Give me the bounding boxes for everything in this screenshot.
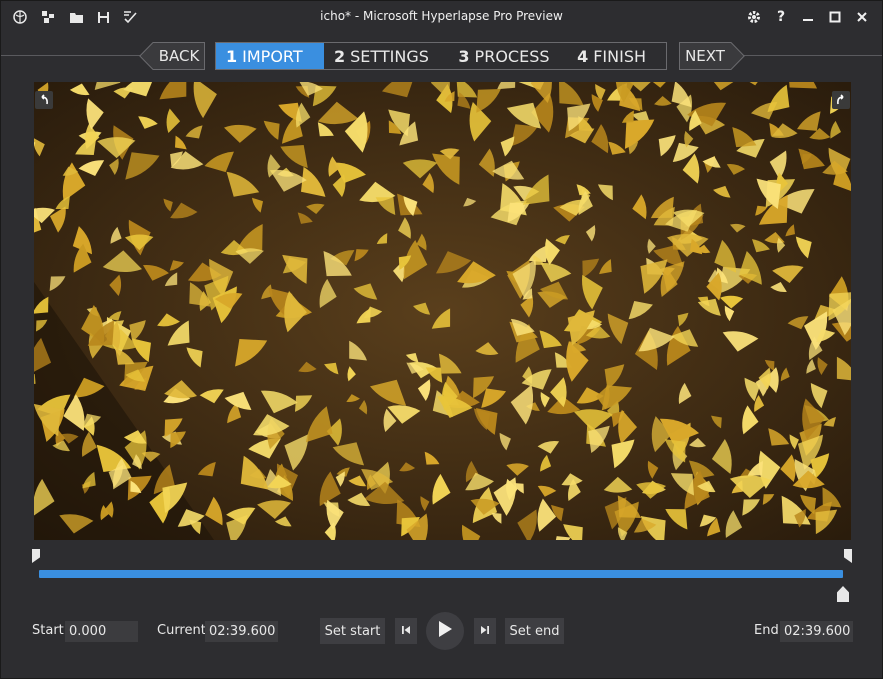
end-time-field[interactable]: 02:39.600 [780, 621, 853, 642]
title-bar: icho* - Microsoft Hyperlapse Pro Preview… [1, 1, 882, 33]
help-icon[interactable]: ? [770, 7, 792, 27]
end-label: End [754, 623, 779, 638]
step-settings[interactable]: 2 SETTINGS [324, 43, 448, 69]
trim-end-handle[interactable] [844, 549, 852, 563]
play-icon [437, 620, 453, 642]
wizard-line-left [1, 55, 141, 56]
next-label: NEXT [685, 47, 725, 65]
rotate-left-icon[interactable] [35, 91, 53, 109]
step-number: 1 [226, 46, 238, 66]
step-finish[interactable]: 4 FINISH [567, 43, 666, 69]
wizard-line-right [743, 55, 882, 56]
video-frame-image [34, 82, 851, 540]
step-number: 2 [333, 46, 346, 66]
step-label: FINISH [593, 46, 647, 66]
skip-back-icon [401, 624, 411, 639]
app-window: icho* - Microsoft Hyperlapse Pro Preview… [0, 0, 883, 679]
back-label: BACK [158, 47, 200, 65]
step-label: PROCESS [474, 46, 550, 66]
gear-icon[interactable] [743, 7, 765, 27]
step-label: SETTINGS [350, 46, 429, 66]
start-label: Start [32, 623, 64, 638]
step-number: 4 [577, 46, 589, 66]
start-time-field[interactable]: 0.000 [65, 621, 138, 642]
skip-forward-icon [480, 624, 490, 639]
step-number: 3 [458, 46, 470, 66]
play-button[interactable] [426, 612, 464, 650]
step-process[interactable]: 3 PROCESS [448, 43, 567, 69]
maximize-icon[interactable] [824, 7, 846, 27]
wizard-steps: 1 IMPORT 2 SETTINGS 3 PROCESS 4 FINISH [215, 42, 667, 70]
minimize-icon[interactable] [797, 7, 819, 27]
skip-to-start-button[interactable] [395, 618, 417, 644]
step-import[interactable]: 1 IMPORT [216, 43, 324, 69]
video-preview [34, 82, 851, 540]
playhead-handle[interactable] [837, 586, 849, 602]
set-start-button[interactable]: Set start [320, 618, 385, 644]
close-icon[interactable] [851, 7, 873, 27]
back-button[interactable]: BACK [139, 42, 205, 70]
current-time-field[interactable]: 02:39.600 [205, 621, 278, 642]
next-button[interactable]: NEXT [679, 42, 745, 70]
skip-to-end-button[interactable] [474, 618, 496, 644]
set-end-button[interactable]: Set end [505, 618, 564, 644]
step-label: IMPORT [242, 46, 303, 66]
timeline-progress-bar[interactable] [39, 570, 843, 578]
trim-start-handle[interactable] [32, 549, 40, 563]
rotate-right-icon[interactable] [832, 91, 850, 109]
current-label: Current [157, 623, 206, 638]
